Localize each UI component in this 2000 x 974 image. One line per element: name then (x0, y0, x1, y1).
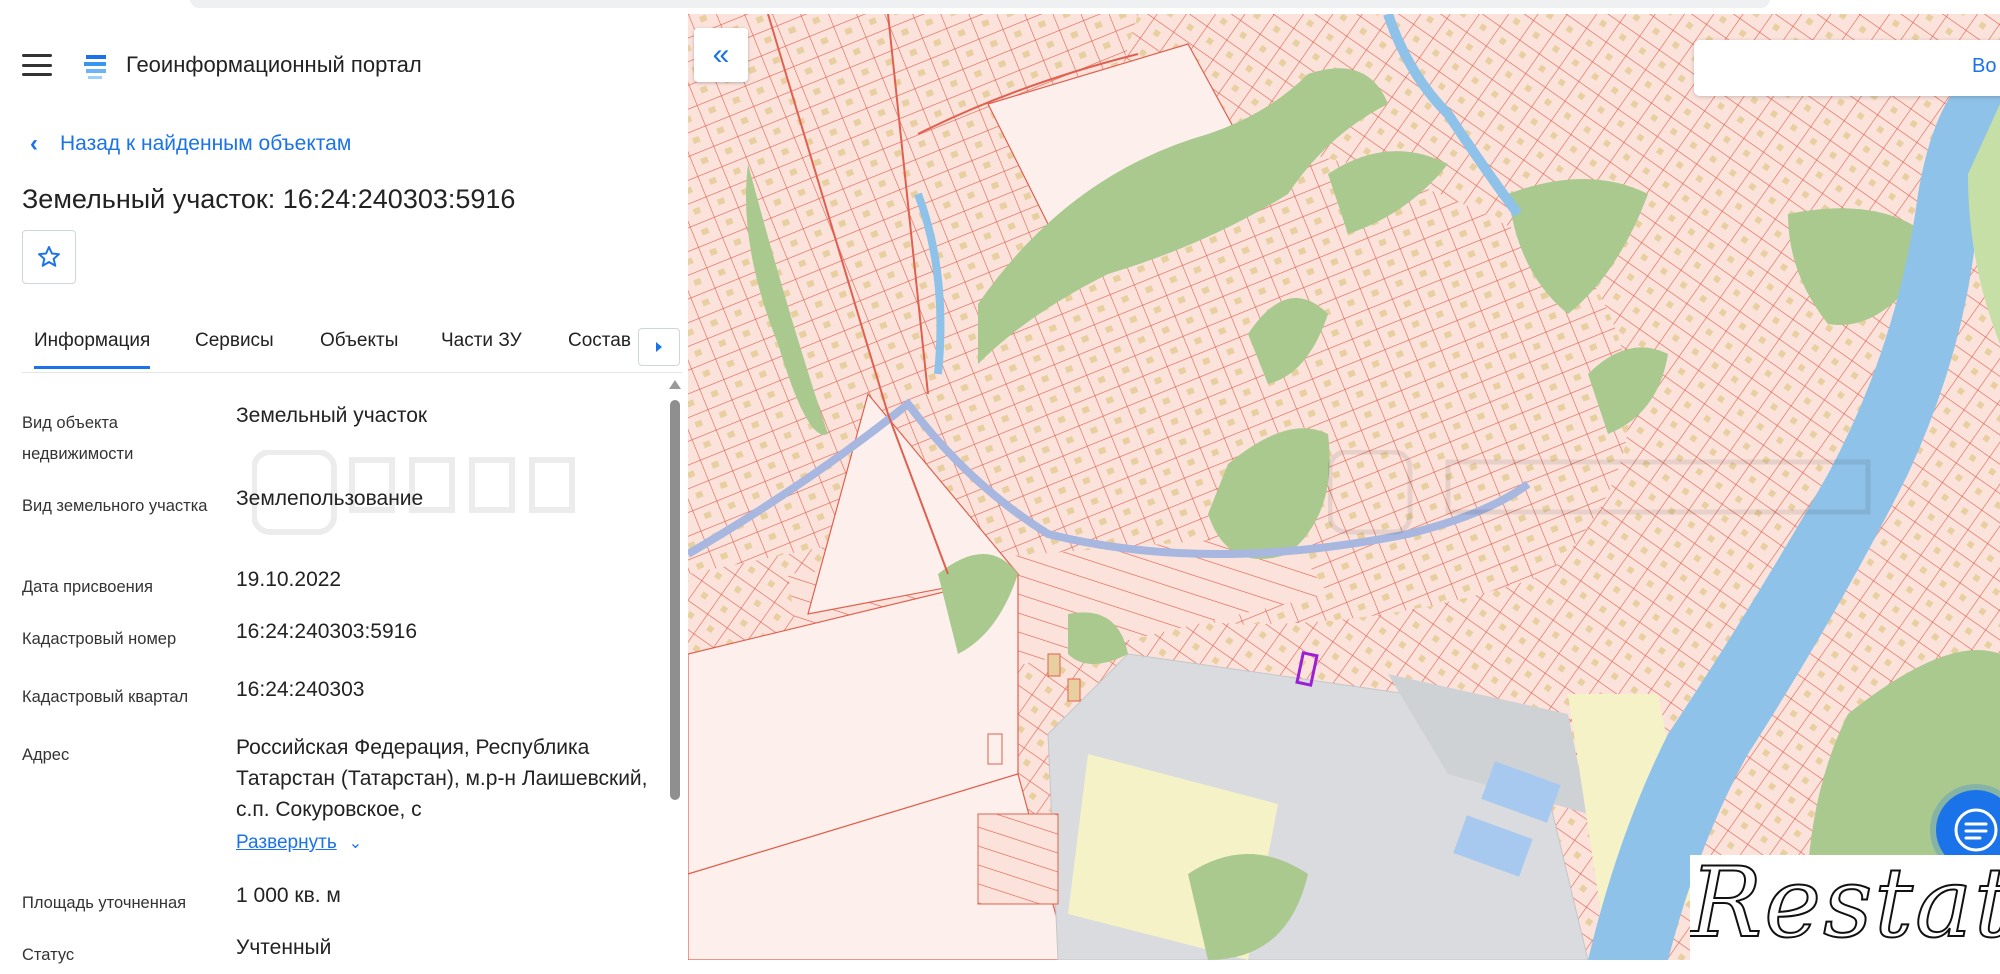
info-value: 16:24:240303:5916 (236, 620, 418, 643)
info-value: Российская Федерация, Республика Татарст… (236, 736, 648, 821)
portal-logo-icon (84, 55, 106, 79)
scroll-up-arrow-icon[interactable] (669, 380, 681, 389)
info-label: Вид земельного участка (22, 497, 208, 515)
expand-link[interactable]: Развернуть (236, 832, 337, 853)
info-value: 1 000 кв. м (236, 884, 341, 907)
info-value: 16:24:240303 (236, 678, 365, 701)
map-canvas[interactable] (688, 14, 2000, 960)
info-label: Адрес (22, 746, 70, 764)
info-panel: Геоинформационный портал ‹ Назад к найде… (0, 14, 688, 964)
map-search-text: Во (1972, 55, 1997, 77)
star-outline-icon (38, 246, 60, 267)
browser-top-strip (0, 0, 2000, 14)
double-chevron-left-icon: « (712, 38, 730, 71)
restate-watermark-text: Restate (1690, 855, 2000, 960)
back-link[interactable]: ‹ Назад к найденным объектам (30, 130, 351, 158)
restate-watermark: Restate (1690, 855, 2000, 960)
info-label: Дата присвоения (22, 578, 153, 596)
object-title: Земельный участок: 16:24:240303:5916 (22, 184, 516, 214)
info-label: Кадастровый квартал (22, 688, 189, 706)
tabs-next-button[interactable] (638, 328, 680, 366)
scrollbar-thumb[interactable] (670, 400, 680, 800)
info-value: Землепользование (236, 487, 424, 510)
back-link-label: Назад к найденным объектам (60, 132, 352, 155)
info-value: Учтенный (236, 936, 332, 959)
tab-services[interactable]: Сервисы (195, 330, 274, 352)
collapse-panel-button[interactable]: « (694, 28, 748, 82)
tab-information[interactable]: Информация (34, 330, 151, 369)
caret-right-icon (656, 342, 662, 352)
info-label: Вид объекта недвижимости (22, 414, 134, 463)
info-label: Статус (22, 946, 75, 964)
tab-parts[interactable]: Части ЗУ (441, 330, 522, 352)
tab-objects[interactable]: Объекты (320, 330, 398, 352)
chevron-down-icon: ⌄ (348, 835, 363, 852)
map-watermark-logo-icon (1328, 450, 1871, 535)
info-label: Кадастровый номер (22, 630, 177, 648)
panel-scrollbar[interactable] (668, 380, 682, 974)
tab-bar: Информация Сервисы Объекты Части ЗУ Сост… (22, 316, 682, 373)
map-search-box[interactable]: Во (1694, 40, 2000, 96)
chevron-left-icon: ‹ (30, 130, 38, 157)
browser-address-bar (190, 0, 1770, 8)
tab-composition[interactable]: Состав (568, 330, 631, 352)
favorite-button[interactable] (22, 230, 76, 284)
hamburger-icon[interactable] (22, 54, 52, 76)
info-value: 19.10.2022 (236, 568, 342, 591)
expand-control[interactable]: Развернуть ⌄ (236, 832, 362, 854)
info-value: Земельный участок (236, 404, 428, 427)
panel-header: Геоинформационный портал (22, 40, 422, 90)
portal-title: Геоинформационный портал (126, 52, 422, 77)
info-label: Площадь уточненная (22, 894, 187, 912)
